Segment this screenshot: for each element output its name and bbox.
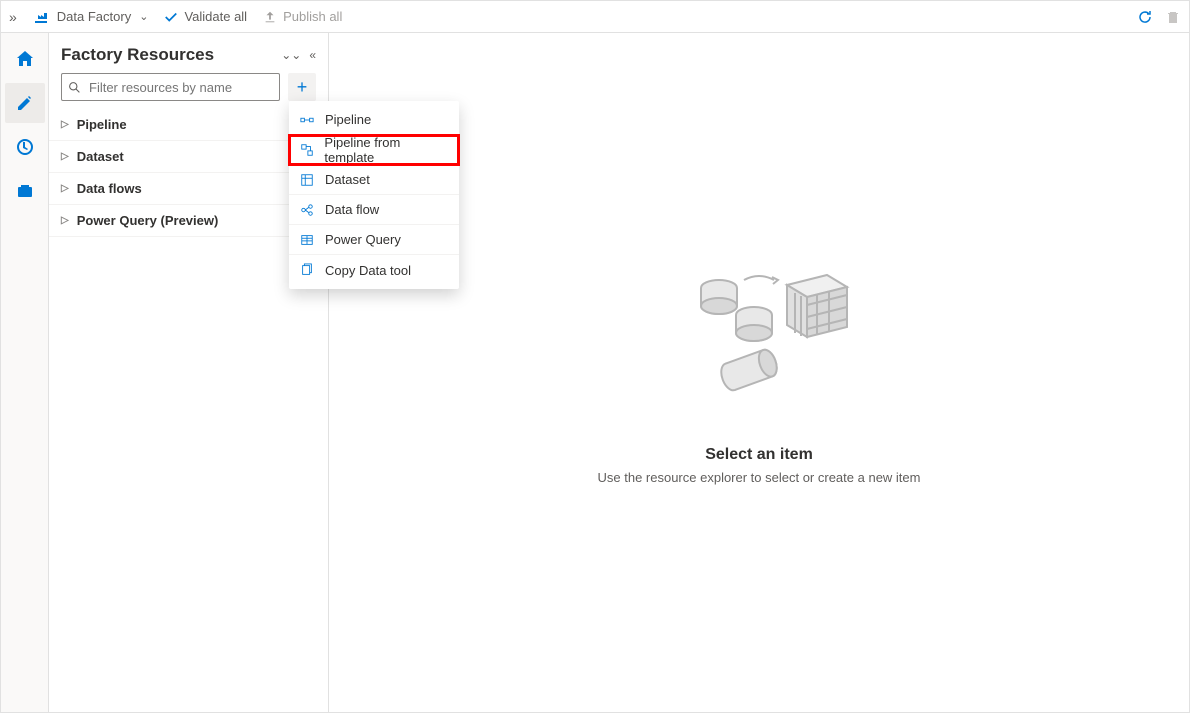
menu-item-copy-data[interactable]: Copy Data tool: [289, 255, 459, 285]
factory-icon: [33, 9, 49, 25]
caret-right-icon: ▷: [61, 151, 69, 162]
tree-item-dataflows[interactable]: ▷ Data flows: [49, 173, 328, 205]
publish-label: Publish all: [283, 9, 342, 24]
menu-label: Copy Data tool: [325, 263, 411, 278]
plus-icon: +: [297, 77, 308, 98]
caret-right-icon: ▷: [61, 119, 69, 130]
search-input[interactable]: [87, 79, 273, 96]
tree-item-dataset[interactable]: ▷ Dataset: [49, 141, 328, 173]
expand-rail-icon[interactable]: »: [9, 9, 17, 25]
menu-label: Pipeline: [325, 112, 371, 127]
add-resource-button[interactable]: +: [288, 73, 316, 101]
menu-label: Data flow: [325, 202, 379, 217]
menu-item-pipeline-from-template[interactable]: Pipeline from template: [289, 135, 459, 165]
empty-title: Select an item: [598, 446, 921, 464]
rail-monitor[interactable]: [5, 127, 45, 167]
empty-subtitle: Use the resource explorer to select or c…: [598, 470, 921, 485]
menu-label: Power Query: [325, 232, 401, 247]
resource-tree: ▷ Pipeline ▷ Dataset ▷ Data flows ▷ Powe…: [49, 109, 328, 237]
menu-item-dataflow[interactable]: Data flow: [289, 195, 459, 225]
factory-resources-panel: Factory Resources ⌄⌄ « + ▷ Pipeline ▷ Da…: [49, 33, 329, 712]
nav-rail: [1, 33, 49, 712]
caret-right-icon: ▷: [61, 215, 69, 226]
menu-label: Dataset: [325, 172, 370, 187]
rail-home[interactable]: [5, 39, 45, 79]
refresh-icon[interactable]: [1137, 9, 1153, 25]
breadcrumb-label: Data Factory: [57, 9, 131, 24]
validate-label: Validate all: [184, 9, 247, 24]
menu-item-pipeline[interactable]: Pipeline: [289, 105, 459, 135]
check-icon: [164, 10, 178, 24]
breadcrumb[interactable]: Data Factory ⌄: [33, 9, 149, 25]
publish-all-button: Publish all: [263, 9, 342, 24]
tree-label: Power Query (Preview): [77, 213, 219, 228]
collapse-panel-icon[interactable]: «: [309, 48, 316, 62]
menu-label: Pipeline from template: [324, 135, 449, 165]
discard-icon: [1165, 9, 1181, 25]
collapse-all-icon[interactable]: ⌄⌄: [281, 48, 301, 62]
validate-all-button[interactable]: Validate all: [164, 9, 247, 24]
panel-title: Factory Resources: [61, 45, 273, 65]
search-icon: [68, 81, 81, 94]
rail-author[interactable]: [5, 83, 45, 123]
tree-item-pipeline[interactable]: ▷ Pipeline: [49, 109, 328, 141]
caret-right-icon: ▷: [61, 183, 69, 194]
template-icon: [299, 143, 314, 157]
add-resource-menu: Pipeline Pipeline from template Dataset …: [289, 101, 459, 289]
search-input-wrapper[interactable]: [61, 73, 280, 101]
empty-state: Select an item Use the resource explorer…: [598, 260, 921, 485]
top-toolbar: » Data Factory ⌄ Validate all Publish al…: [1, 1, 1189, 33]
upload-icon: [263, 10, 277, 24]
chevron-down-icon: ⌄: [139, 10, 148, 23]
tree-item-powerquery[interactable]: ▷ Power Query (Preview): [49, 205, 328, 237]
dataset-icon: [299, 173, 315, 187]
tree-label: Dataset: [77, 149, 124, 164]
tree-label: Pipeline: [77, 117, 127, 132]
menu-item-dataset[interactable]: Dataset: [289, 165, 459, 195]
menu-item-powerquery[interactable]: Power Query: [289, 225, 459, 255]
copy-icon: [299, 263, 315, 277]
pipeline-icon: [299, 113, 315, 127]
empty-illustration: [659, 260, 859, 430]
powerquery-icon: [299, 233, 315, 247]
rail-manage[interactable]: [5, 171, 45, 211]
dataflow-icon: [299, 203, 315, 217]
tree-label: Data flows: [77, 181, 142, 196]
